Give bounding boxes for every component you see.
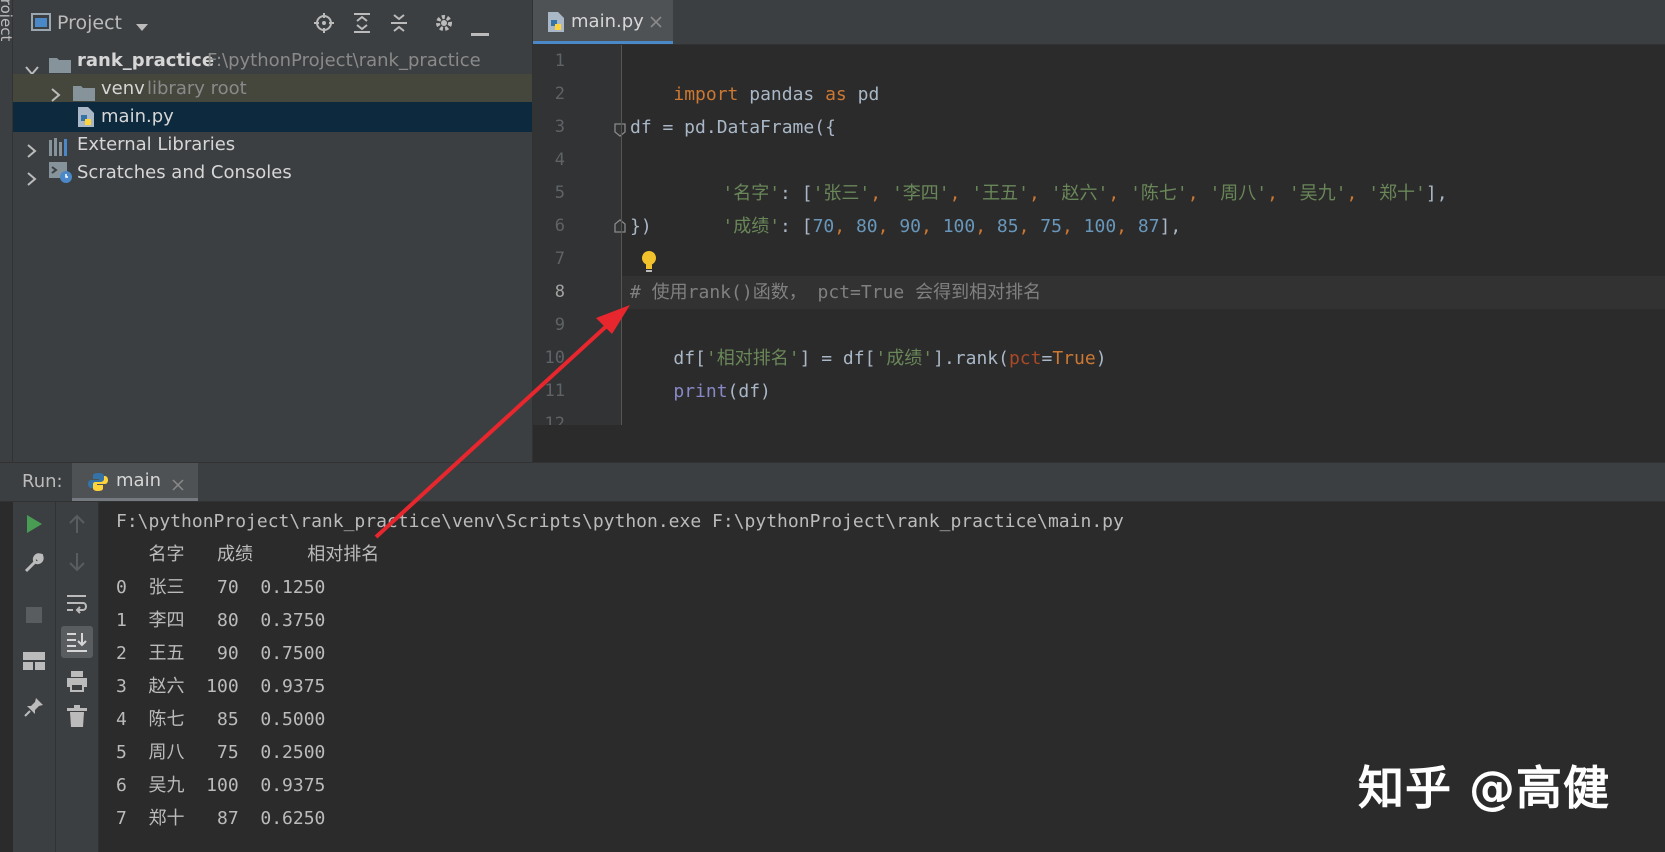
annotation-arrow bbox=[374, 305, 630, 539]
watermark: 知乎 @高健 bbox=[1358, 761, 1611, 815]
